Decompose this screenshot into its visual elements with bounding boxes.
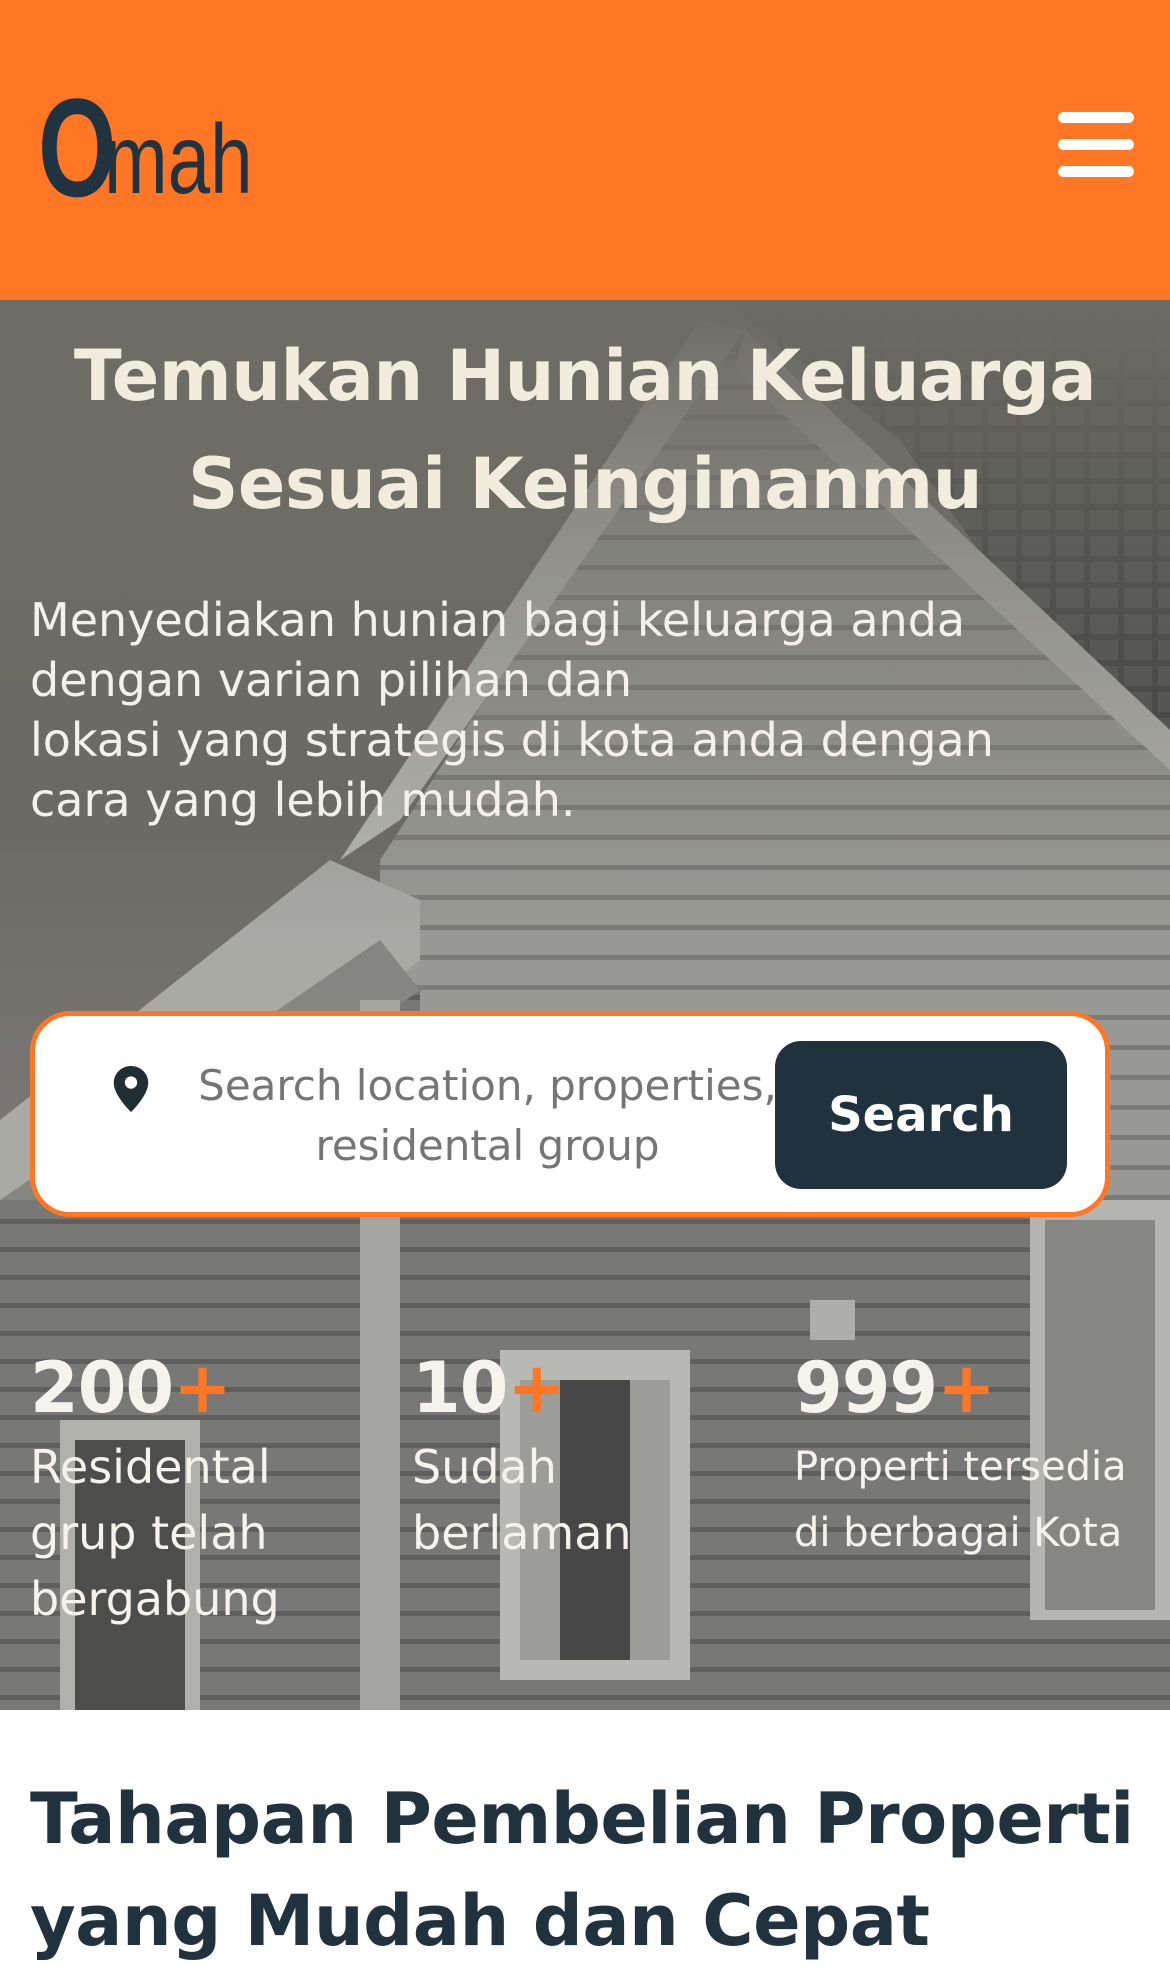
omah-logo[interactable]: O mah — [38, 78, 295, 218]
stat-value: 10 — [412, 1347, 508, 1429]
search-input[interactable] — [180, 1056, 795, 1186]
menu-bar — [1058, 139, 1134, 150]
logo-letter-o: O — [38, 69, 116, 226]
section-title-line: yang Mudah dan Cepat — [30, 1880, 930, 1962]
stat-value: 200 — [30, 1347, 174, 1429]
hero-title-line: Sesuai Keinginanmu — [187, 443, 983, 525]
menu-bar — [1058, 112, 1134, 123]
hero-description-line: dengan varian pilihan dan — [30, 653, 633, 707]
stat-value: 999 — [794, 1347, 938, 1429]
page: O mah Temukan Hunian Keluarga Sesuai Kei… — [0, 0, 1170, 1986]
top-navbar: O mah — [0, 0, 1170, 300]
stat-properties: 999+ Properti tersedia di berbagai Kota — [794, 1348, 1127, 1566]
hero-section: Temukan Hunian Keluarga Sesuai Keinginan… — [0, 300, 1170, 1710]
hero-description-line: lokasi yang strategis di kota anda denga… — [30, 713, 994, 767]
stat-number: 10+ — [412, 1348, 632, 1428]
hero-description-line: Menyediakan hunian bagi keluarga anda — [30, 593, 966, 647]
stat-residental: 200+ Residental grup telah bergabung — [30, 1348, 280, 1632]
stat-plus: + — [507, 1347, 566, 1429]
stat-label-line: Properti tersedia — [794, 1444, 1127, 1490]
stat-plus: + — [937, 1347, 996, 1429]
stat-label-line: grup telah — [30, 1506, 268, 1560]
stat-label-line: bergabung — [30, 1572, 280, 1626]
stat-label-line: berlaman — [412, 1506, 632, 1560]
search-button[interactable]: Search — [775, 1041, 1067, 1189]
stat-label-line: Sudah — [412, 1440, 557, 1494]
section-title-line: Tahapan Pembelian Properti — [30, 1778, 1134, 1860]
stat-years: 10+ Sudah berlaman — [412, 1348, 632, 1566]
location-pin-icon — [113, 1066, 149, 1112]
hero-description: Menyediakan hunian bagi keluarga anda de… — [30, 590, 1090, 830]
logo-letters-mah: mah — [104, 104, 253, 214]
menu-bar — [1058, 166, 1134, 177]
stat-label-line: Residental — [30, 1440, 271, 1494]
stat-number: 200+ — [30, 1348, 280, 1428]
stat-label: Residental grup telah bergabung — [30, 1434, 280, 1632]
section-title: Tahapan Pembelian Properti yang Mudah da… — [30, 1768, 1134, 1972]
stat-plus: + — [173, 1347, 232, 1429]
hero-title: Temukan Hunian Keluarga Sesuai Keinginan… — [0, 322, 1170, 538]
stat-label-line: di berbagai Kota — [794, 1510, 1123, 1556]
search-bar: Search — [30, 1011, 1110, 1217]
stat-label: Properti tersedia di berbagai Kota — [794, 1434, 1127, 1566]
hero-title-line: Temukan Hunian Keluarga — [73, 335, 1097, 417]
stat-label: Sudah berlaman — [412, 1434, 632, 1566]
hamburger-menu-icon[interactable] — [1050, 108, 1140, 184]
stat-number: 999+ — [794, 1348, 1127, 1428]
hero-description-line: cara yang lebih mudah. — [30, 773, 576, 827]
